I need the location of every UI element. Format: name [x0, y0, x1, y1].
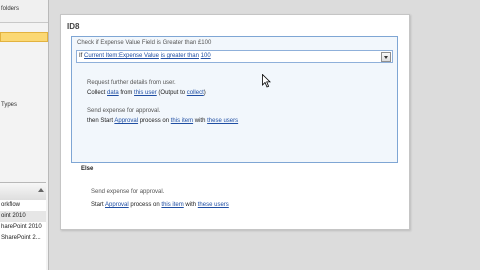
item-link[interactable]: this item	[161, 202, 183, 208]
condition-comment: Check if Expense Value Field is Greater …	[77, 40, 212, 46]
from-text: from	[120, 90, 133, 96]
output-prefix: (Output to	[158, 90, 186, 96]
approval-link[interactable]: Approval	[114, 118, 138, 124]
nav-item-selected[interactable]	[0, 32, 48, 42]
navigation-pane: folders Types orkflow oint 2010 harePoin…	[0, 0, 49, 270]
action-comment: Send expense for approval.	[87, 108, 161, 114]
process-on-text: process on	[139, 118, 170, 124]
field-link[interactable]: Current Item:Expense Value	[84, 53, 159, 59]
value-link[interactable]: 100	[201, 53, 211, 59]
with-text: with	[194, 118, 206, 124]
scroll-up-icon[interactable]	[38, 188, 44, 192]
if-keyword: If	[79, 53, 83, 59]
else-action-comment: Send expense for approval.	[91, 189, 165, 195]
chevron-down-icon[interactable]	[381, 52, 391, 62]
nav-top-strip: folders	[0, 0, 48, 23]
nav-list-item[interactable]: SharePoint 2...	[0, 233, 46, 244]
data-link[interactable]: data	[107, 90, 119, 96]
users-link[interactable]: these users	[207, 118, 238, 124]
workflow-step-card: ID8 Check if Expense Value Field is Grea…	[60, 14, 410, 230]
else-approval-action[interactable]: Start Approval process on this item with…	[91, 201, 229, 209]
nav-section-header	[0, 182, 46, 201]
nav-list: orkflow oint 2010 harePoint 2010 SharePo…	[0, 200, 46, 270]
approval-action[interactable]: then Start Approval process on this item…	[87, 117, 238, 125]
nav-list-item[interactable]: orkflow	[0, 200, 46, 211]
mouse-pointer-icon	[262, 74, 271, 88]
condition-block[interactable]: Check if Expense Value Field is Greater …	[71, 36, 398, 163]
collect-action[interactable]: Collect data from this user (Output to c…	[87, 89, 206, 97]
with-text: with	[185, 202, 197, 208]
condition-text: If Current Item:Expense Value is greater…	[79, 52, 211, 61]
users-link[interactable]: these users	[198, 202, 229, 208]
action-comment: Request further details from user.	[87, 80, 176, 86]
output-suffix: )	[203, 90, 206, 96]
nav-list-item[interactable]: oint 2010	[0, 211, 46, 222]
step-title[interactable]: ID8	[67, 22, 79, 31]
then-start-text: then Start	[87, 118, 114, 124]
item-link[interactable]: this item	[171, 118, 193, 124]
else-label[interactable]: Else	[81, 165, 93, 173]
approval-link[interactable]: Approval	[105, 202, 129, 208]
output-variable-link[interactable]: collect	[187, 90, 204, 96]
user-link[interactable]: this user	[134, 90, 157, 96]
nav-list-item[interactable]: harePoint 2010	[0, 222, 46, 233]
start-text: Start	[91, 202, 104, 208]
process-on-text: process on	[130, 202, 160, 208]
condition-row[interactable]: If Current Item:Expense Value is greater…	[76, 50, 393, 63]
collect-verb: Collect	[87, 90, 106, 96]
nav-item-types[interactable]: Types	[1, 102, 17, 108]
nav-item-folders[interactable]: folders	[1, 6, 19, 12]
operator-link[interactable]: is greater than	[161, 53, 199, 59]
